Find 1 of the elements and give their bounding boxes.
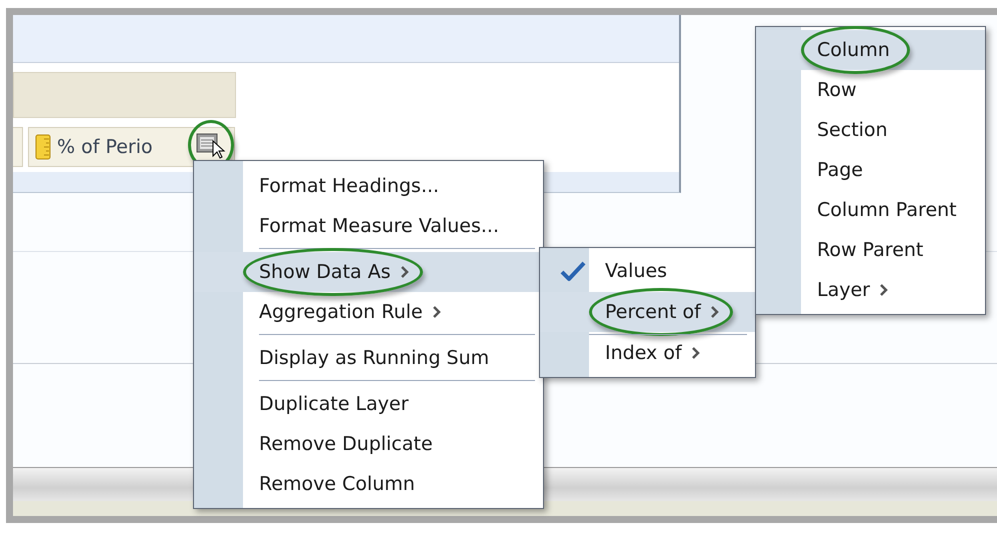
column-header-label: % of Perio bbox=[57, 134, 153, 160]
